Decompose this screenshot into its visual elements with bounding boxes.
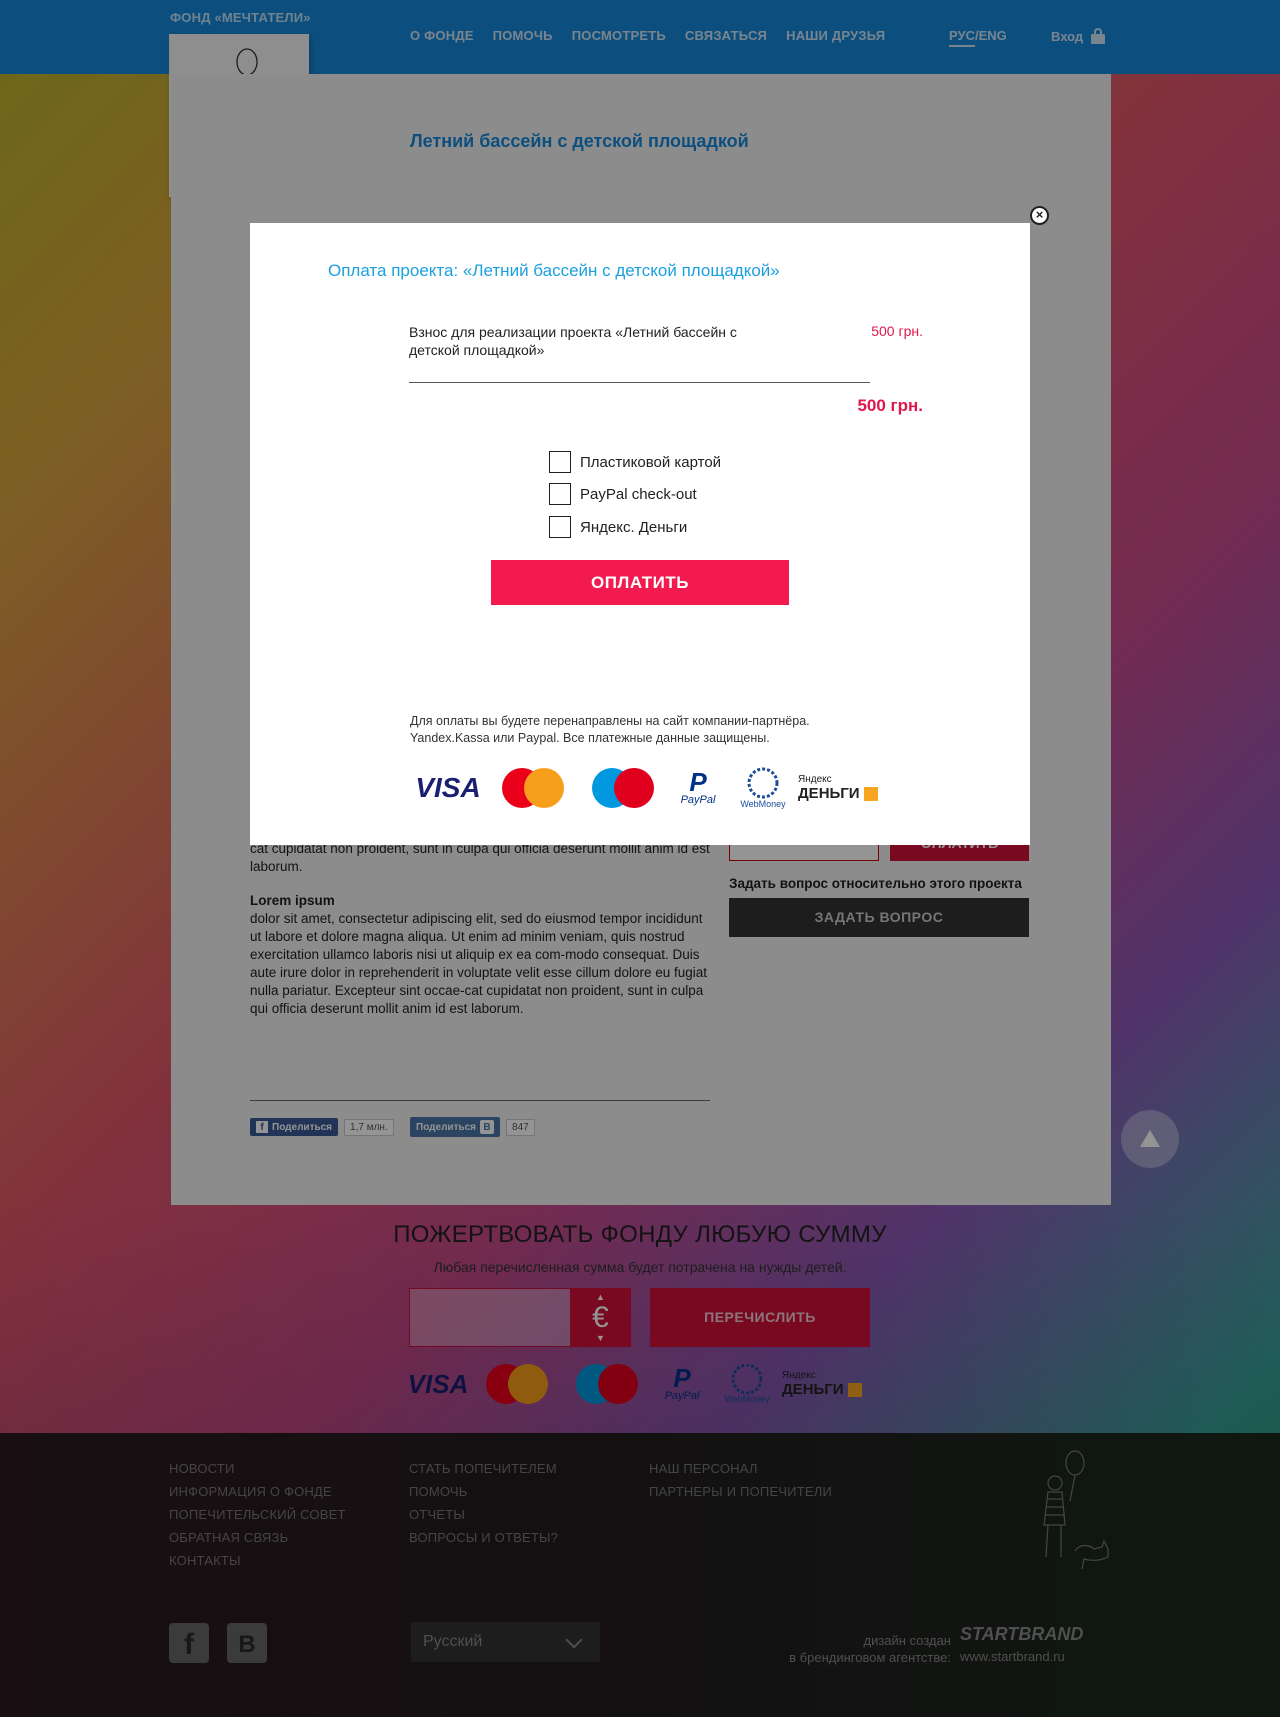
checkbox[interactable]: [549, 516, 571, 538]
option-label: PayPal check-out: [580, 485, 697, 503]
mastercard-logo: [488, 767, 578, 809]
option-label: Яндекс. Деньги: [580, 518, 688, 536]
option-label: Пластиковой картой: [580, 453, 722, 471]
maestro-logo: [578, 767, 668, 809]
option-paypal[interactable]: PayPal check-out: [549, 483, 697, 505]
paypal-logo: P PayPal: [680, 767, 716, 806]
webmoney-logo: WebMoney: [728, 767, 798, 809]
close-icon[interactable]: ×: [1030, 206, 1049, 225]
visa-logo: VISA: [415, 772, 481, 803]
payment-modal: Оплата проекта: «Летний бассейн с детско…: [250, 223, 1030, 845]
checkbox[interactable]: [549, 483, 571, 505]
fee-value: 500 грн.: [871, 323, 923, 339]
modal-title: Оплата проекта: «Летний бассейн с детско…: [328, 261, 780, 280]
yandex-money-logo: Яндекс ДЕНЬГИ: [798, 774, 878, 802]
total-amount: 500 грн.: [857, 396, 923, 415]
payment-logos-modal: VISA P PayPal WebMoney Яндекс ДЕНЬГИ: [408, 767, 878, 809]
pay-button[interactable]: ОПЛАТИТЬ: [491, 560, 789, 605]
option-yandex[interactable]: Яндекс. Деньги: [549, 516, 687, 538]
checkbox[interactable]: [549, 451, 571, 473]
redirect-note: Для оплаты вы будете перенаправлены на с…: [410, 714, 810, 745]
fee-divider: [409, 382, 870, 383]
option-card[interactable]: Пластиковой картой: [549, 451, 721, 473]
fee-label: Взнос для реализации проекта «Летний бас…: [409, 324, 737, 358]
